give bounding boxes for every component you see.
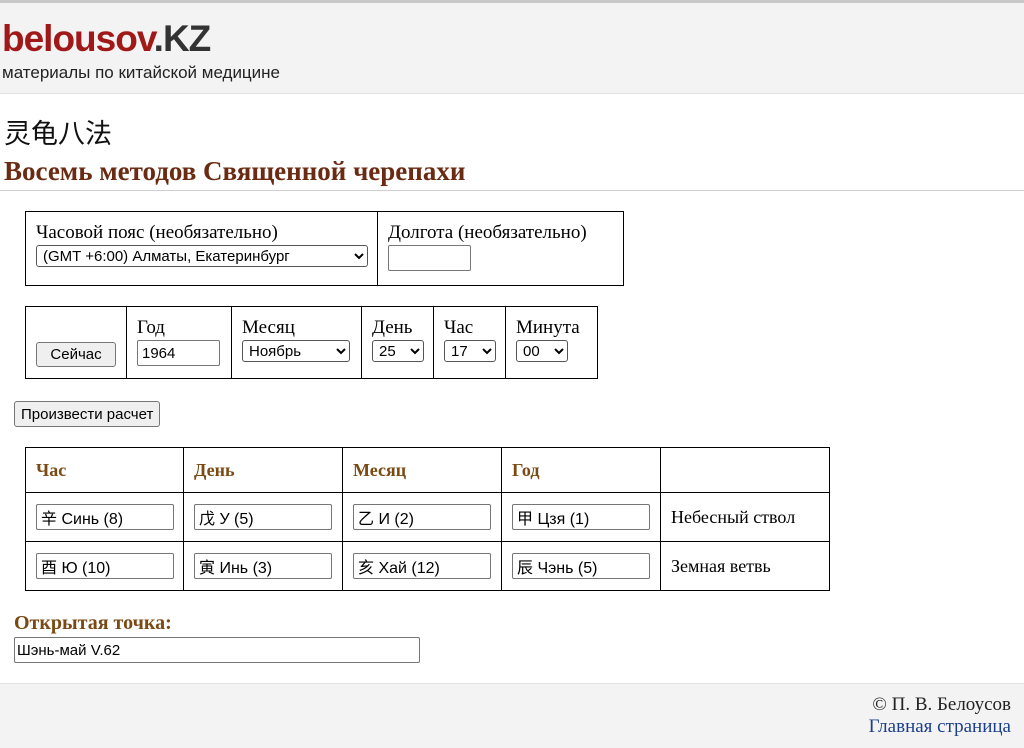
table-row: Земная ветвь [25, 541, 830, 591]
branch-year-cell [501, 541, 661, 591]
month-label: Месяц [242, 317, 295, 338]
year-cell: Год [126, 306, 232, 379]
col-header-day: День [183, 447, 343, 493]
col-header-month: Месяц [342, 447, 502, 493]
branch-row-label: Земная ветвь [660, 541, 830, 591]
day-label: День [372, 317, 413, 338]
logo-domain: .KZ [153, 18, 212, 59]
col-header-hour: Час [25, 447, 184, 493]
timezone-table: Часовой пояс (необязательно) (GMT +6:00)… [25, 211, 624, 286]
datetime-table: Сейчас Год Месяц Ноябрь День 25 Час 17 М… [25, 306, 598, 379]
stem-row-label: Небесный ствол [660, 492, 830, 542]
logo-main: belousov [2, 18, 155, 59]
col-header-year: Год [501, 447, 661, 493]
hour-select[interactable]: 17 [444, 340, 496, 362]
stem-day-field[interactable] [194, 504, 332, 530]
timezone-select[interactable]: (GMT +6:00) Алматы, Екатеринбург [36, 245, 368, 267]
now-cell: Сейчас [25, 306, 127, 379]
branch-month-field[interactable] [353, 553, 491, 579]
branch-year-field[interactable] [512, 553, 650, 579]
branch-month-cell [342, 541, 502, 591]
minute-cell: Минута 00 [505, 306, 598, 379]
branch-hour-field[interactable] [36, 553, 174, 579]
now-button[interactable]: Сейчас [36, 342, 116, 367]
longitude-label: Долгота (необязательно) [388, 222, 587, 243]
stem-month-cell [342, 492, 502, 542]
stem-hour-field[interactable] [36, 504, 174, 530]
title-divider [0, 190, 1024, 191]
page-title-chinese: 灵龟八法 [4, 119, 112, 150]
minute-label: Минута [516, 317, 580, 338]
year-label: Год [137, 317, 165, 338]
branch-hour-cell [25, 541, 184, 591]
site-footer: © П. В. Белоусов Главная страница [0, 683, 1024, 748]
longitude-input[interactable] [388, 245, 471, 271]
open-point-label: Открытая точка: [14, 612, 172, 634]
hour-cell: Час 17 [433, 306, 506, 379]
site-tagline: материалы по китайской медицине [2, 63, 281, 82]
month-select[interactable]: Ноябрь [242, 340, 350, 362]
results-header-row: Час День Месяц Год [25, 447, 830, 493]
branch-day-cell [183, 541, 343, 591]
stem-day-cell [183, 492, 343, 542]
longitude-cell: Долгота (необязательно) [377, 211, 624, 286]
stem-month-field[interactable] [353, 504, 491, 530]
minute-select[interactable]: 00 [516, 340, 568, 362]
col-header-type [660, 447, 830, 493]
timezone-label: Часовой пояс (необязательно) [36, 222, 278, 243]
calculate-button[interactable]: Произвести расчет [14, 401, 161, 427]
table-row: Небесный ствол [25, 492, 830, 542]
day-cell: День 25 [361, 306, 434, 379]
results-table: Час День Месяц Год Небесный ствол Земная… [25, 447, 830, 591]
day-select[interactable]: 25 [372, 340, 424, 362]
home-page-link[interactable]: Главная страница [869, 716, 1011, 738]
site-logo[interactable]: belousov.KZ [2, 18, 212, 59]
copyright-text: © П. В. Белоусов [872, 694, 1011, 715]
branch-day-field[interactable] [194, 553, 332, 579]
timezone-cell: Часовой пояс (необязательно) (GMT +6:00)… [25, 211, 378, 286]
site-header: belousov.KZ материалы по китайской медиц… [0, 3, 1024, 94]
stem-year-field[interactable] [512, 504, 650, 530]
page-title: Восемь методов Священной черепахи [4, 156, 466, 186]
month-cell: Месяц Ноябрь [231, 306, 362, 379]
year-input[interactable] [137, 340, 220, 366]
open-point-field[interactable] [14, 637, 420, 663]
hour-label: Час [444, 317, 474, 338]
stem-year-cell [501, 492, 661, 542]
stem-hour-cell [25, 492, 184, 542]
